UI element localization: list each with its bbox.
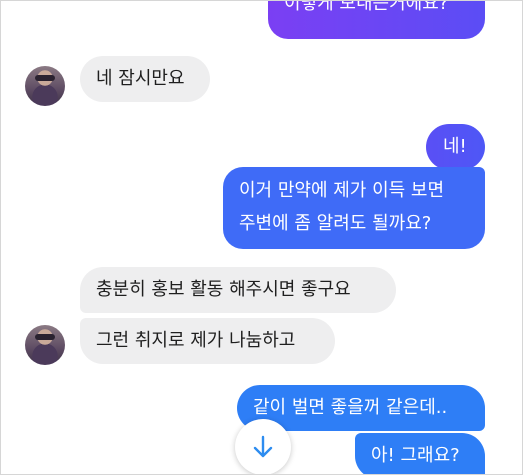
scroll-to-bottom-button[interactable] xyxy=(235,419,291,474)
message-text: 네! xyxy=(443,136,467,157)
incoming-message[interactable]: 네 잠시만요 xyxy=(80,56,210,102)
outgoing-message[interactable]: 이렇게 보내는거에요? xyxy=(268,0,485,39)
incoming-message[interactable]: 그런 취지로 제가 나눔하고 xyxy=(80,318,335,364)
message-text: 그런 취지로 제가 나눔하고 xyxy=(96,330,296,351)
message-text: 네 잠시만요 xyxy=(96,68,185,89)
outgoing-message[interactable]: 이거 만약에 제가 이득 보면 주변에 좀 알려도 될까요? xyxy=(223,167,485,249)
message-text: 충분히 홍보 활동 해주시면 좋구요 xyxy=(96,279,351,300)
message-text-line: 주변에 좀 알려도 될까요? xyxy=(239,213,432,234)
message-text: 같이 벌면 좋을꺼 같은데.. xyxy=(253,397,448,418)
message-text: 이렇게 보내는거에요? xyxy=(284,0,449,14)
message-text: 아! 그래요? xyxy=(371,445,460,466)
avatar[interactable] xyxy=(25,325,65,365)
outgoing-message[interactable]: 아! 그래요? xyxy=(355,433,485,474)
outgoing-message[interactable]: 네! xyxy=(426,124,485,170)
incoming-message[interactable]: 충분히 홍보 활동 해주시면 좋구요 xyxy=(80,267,396,313)
chat-window: 이렇게 보내는거에요? 네 잠시만요 네! 이거 만약에 제가 이득 보면 주변… xyxy=(0,0,523,475)
arrow-down-icon xyxy=(253,435,273,458)
message-text-line: 이거 만약에 제가 이득 보면 xyxy=(239,180,445,201)
avatar[interactable] xyxy=(25,66,65,106)
